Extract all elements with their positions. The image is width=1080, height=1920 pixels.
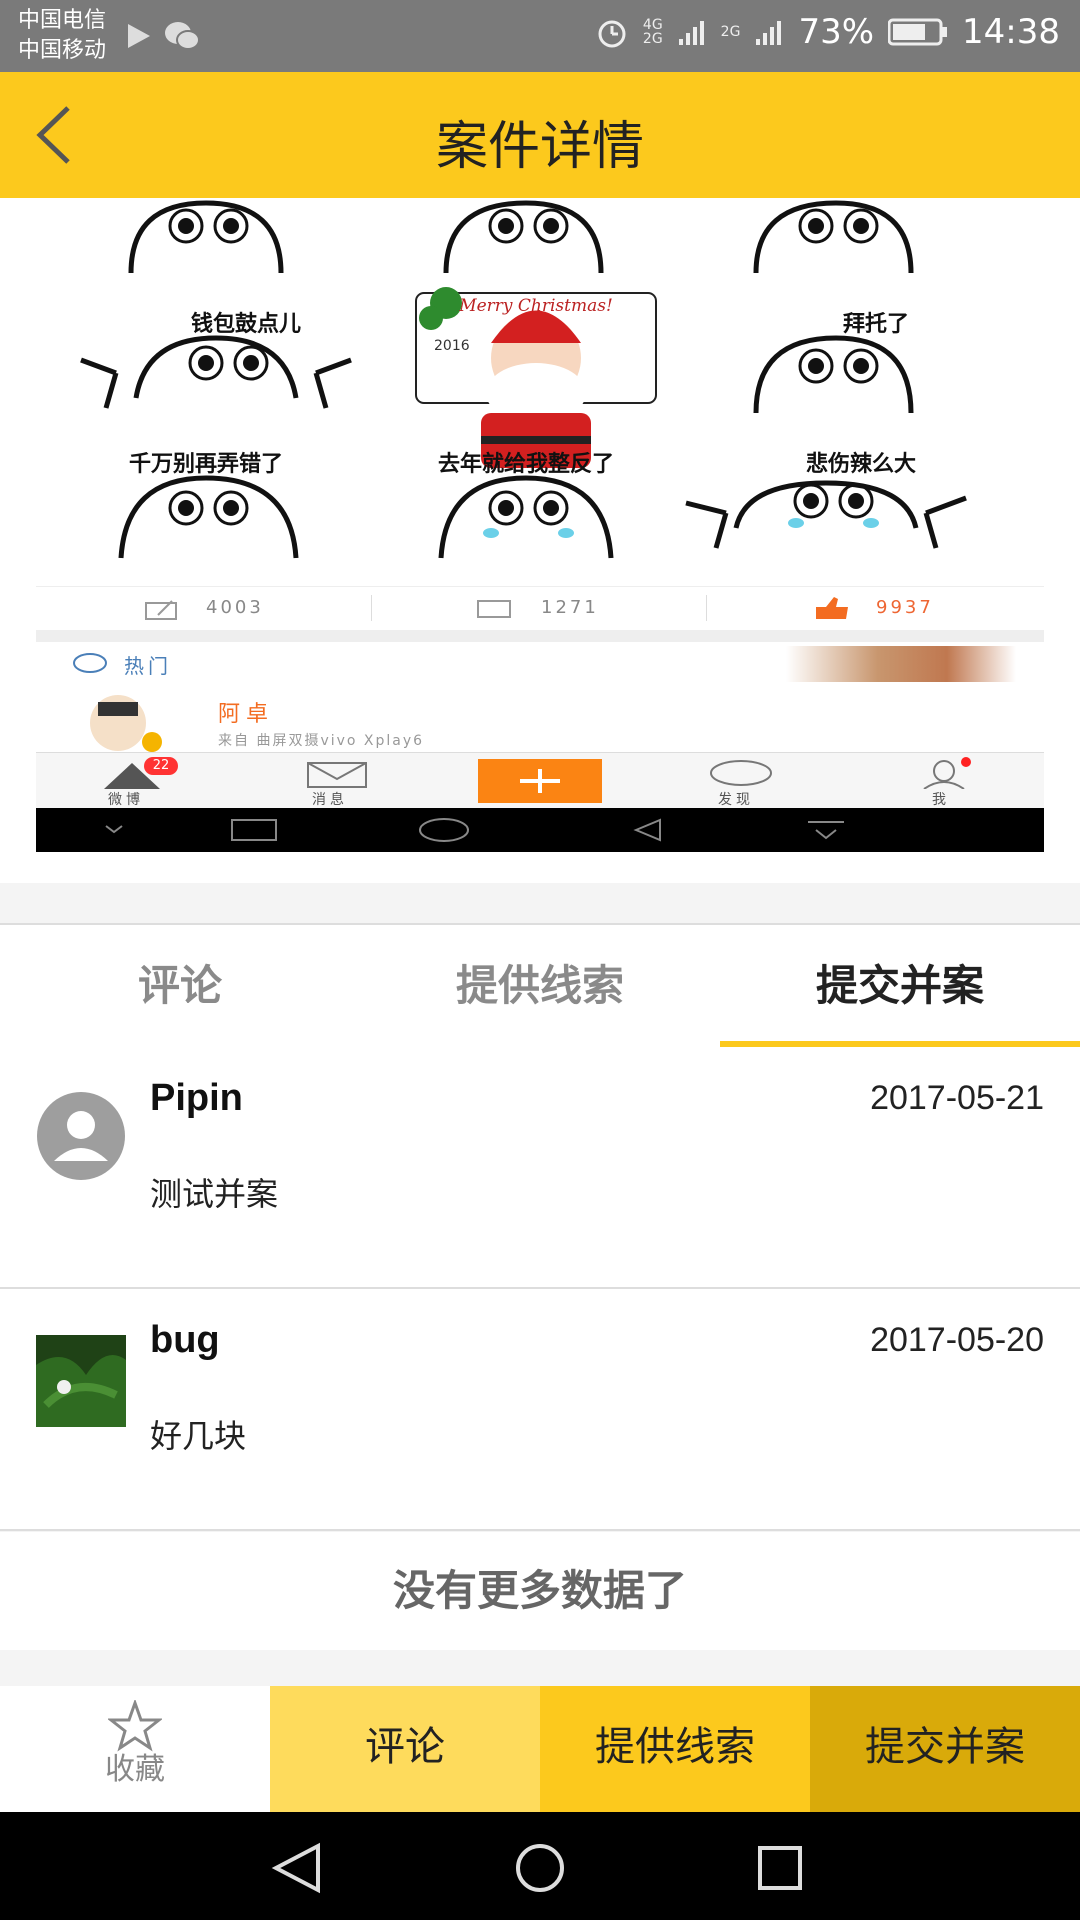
sticker-caption: 千万别再弄错了 — [128, 452, 283, 477]
item-text: 好几块 — [150, 1417, 247, 1455]
hot-banner-image — [786, 646, 1016, 682]
list-item[interactable]: bug 2017-05-20 好几块 — [0, 1289, 1080, 1531]
favorite-label: 收藏 — [105, 1752, 165, 1787]
nav-back-icon[interactable] — [270, 1842, 326, 1894]
comment-icon — [477, 600, 511, 618]
wechat-icon — [165, 22, 200, 50]
network-type-2g: 2G — [720, 24, 741, 40]
status-icons: 4G 2G 2G 73% 14:38 — [595, 12, 1060, 52]
weibo-stats-bar: 4003 1271 9937 — [36, 586, 1044, 632]
tab-provide-clues[interactable]: 提供线索 — [360, 925, 720, 1047]
tab-me-label: 我 — [932, 792, 946, 808]
battery-icon — [888, 18, 948, 46]
sticker-caption: 去年就给我整反了 — [437, 452, 614, 477]
app-bar: 案件详情 — [0, 72, 1080, 198]
weibo-user-row: 阿卓 来自 曲屏双摄vivo Xplay6 — [36, 684, 1044, 752]
embedded-navbar — [36, 808, 1044, 852]
user-avatar — [36, 1335, 126, 1427]
card-text: Merry Christmas! — [459, 296, 613, 316]
page-title: 案件详情 — [435, 117, 644, 177]
like-icon — [816, 597, 848, 619]
repost-icon — [145, 600, 177, 620]
post-button — [478, 759, 602, 803]
profile-icon — [923, 757, 971, 789]
weibo-username: 阿卓 — [218, 702, 275, 727]
signal-icon — [678, 21, 704, 45]
carrier-label-2: 中国移动 — [18, 38, 107, 63]
discover-icon — [710, 760, 772, 786]
sticker-caption: 悲伤辣么大 — [805, 452, 916, 477]
hot-row: 热门 — [36, 642, 1044, 684]
alarm-icon — [598, 20, 626, 48]
item-author: bug — [150, 1319, 220, 1361]
system-nav-bar — [0, 1812, 1080, 1920]
like-count: 9937 — [876, 597, 934, 618]
case-image-container: Merry Christmas! 2016 钱包鼓点儿 拜托了 千万别再弄错了 … — [0, 198, 1080, 883]
nav-home-icon[interactable] — [514, 1842, 566, 1894]
nav-recents-icon[interactable] — [756, 1844, 804, 1892]
bottom-action-bar: 收藏 评论 提供线索 提交并案 — [0, 1686, 1080, 1812]
submit-merge-button[interactable]: 提交并案 — [810, 1686, 1080, 1812]
case-image[interactable]: Merry Christmas! 2016 钱包鼓点儿 拜托了 千万别再弄错了 … — [36, 198, 1044, 852]
item-date: 2017-05-20 — [870, 1321, 1044, 1359]
sticker-grid-illustration — [80, 200, 967, 559]
carrier-label-1: 中国电信 — [18, 8, 107, 33]
user-avatar — [90, 695, 162, 752]
sticker-caption: 钱包鼓点儿 — [190, 312, 301, 337]
item-author: Pipin — [150, 1077, 243, 1119]
tab-messages-label: 消息 — [312, 792, 348, 808]
tab-home-label: 微博 — [108, 792, 144, 808]
sticker-caption: 拜托了 — [842, 312, 909, 337]
star-icon — [108, 1700, 162, 1752]
default-avatar-icon — [37, 1092, 125, 1180]
tab-comments[interactable]: 评论 — [0, 925, 360, 1047]
mail-icon — [307, 762, 367, 788]
hot-label: 热门 — [124, 654, 172, 678]
network-type-4g2g: 4G 2G — [642, 17, 663, 47]
comment-button[interactable]: 评论 — [270, 1686, 540, 1812]
weibo-tabbar: 22 微博 消息 发现 我 — [36, 752, 1044, 809]
battery-percent: 73% — [798, 12, 875, 52]
weibo-source: 来自 曲屏双摄vivo Xplay6 — [218, 733, 425, 749]
no-more-data-label: 没有更多数据了 — [0, 1532, 1080, 1650]
play-icon — [128, 24, 150, 48]
clock: 14:38 — [962, 12, 1060, 52]
comment-count: 1271 — [541, 597, 599, 618]
status-bar: 中国电信 中国移动 4G 2G 2G 73% 14:38 — [0, 0, 1080, 72]
tab-discover-label: 发现 — [718, 792, 754, 808]
repost-count: 4003 — [206, 597, 264, 618]
signal-icon-2 — [756, 21, 782, 45]
detail-tabs: 评论 提供线索 提交并案 — [0, 923, 1080, 1049]
list-item[interactable]: Pipin 2017-05-21 测试并案 — [0, 1047, 1080, 1289]
favorite-button[interactable]: 收藏 — [0, 1686, 270, 1812]
tab-submit-merge[interactable]: 提交并案 — [720, 925, 1080, 1047]
hot-icon — [73, 653, 107, 673]
provide-clue-button[interactable]: 提供线索 — [540, 1686, 810, 1812]
item-text: 测试并案 — [150, 1175, 279, 1213]
item-date: 2017-05-21 — [870, 1079, 1044, 1117]
card-year: 2016 — [434, 338, 470, 354]
home-badge: 22 — [144, 757, 178, 775]
